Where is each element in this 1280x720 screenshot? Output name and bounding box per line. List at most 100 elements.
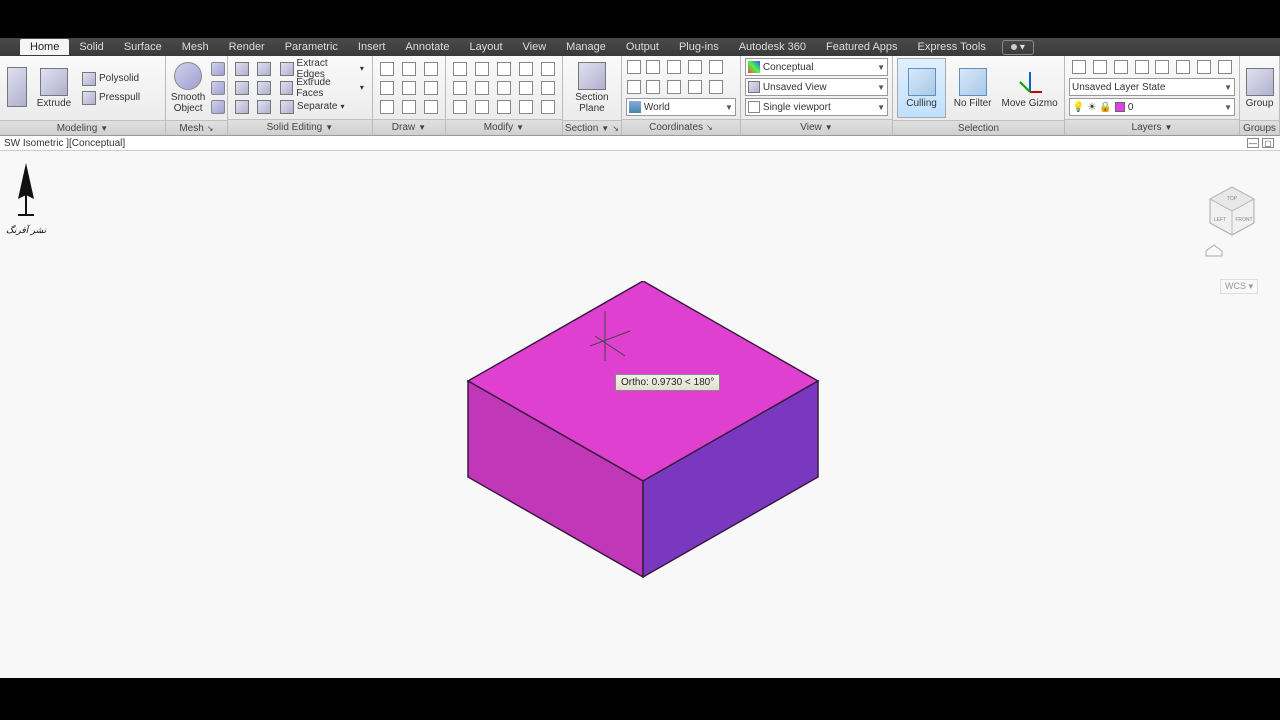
tab-home[interactable]: Home <box>20 39 69 55</box>
layer-btn-7[interactable] <box>1194 58 1214 76</box>
panel-title-modify[interactable]: Modify▼ <box>446 119 562 135</box>
ucs-btn-5[interactable] <box>706 58 726 76</box>
mesh-btn-1[interactable] <box>208 60 228 78</box>
ucs-btn-9[interactable] <box>685 78 705 96</box>
panel-title-mesh[interactable]: Mesh↘ <box>166 120 227 135</box>
ucs-btn-10[interactable] <box>706 78 726 96</box>
ucs-btn-4[interactable] <box>685 58 705 76</box>
solid-subtract-btn[interactable] <box>232 79 252 97</box>
viewcube-home-icon[interactable] <box>1204 243 1224 257</box>
mesh-btn-2[interactable] <box>208 79 228 97</box>
separate-button[interactable]: Separate▾ <box>276 98 368 116</box>
polygon-btn[interactable] <box>421 79 441 97</box>
panel-title-view[interactable]: View▼ <box>741 119 892 135</box>
culling-button[interactable]: Culling <box>897 58 946 118</box>
polysolid-button[interactable]: Polysolid <box>78 70 144 88</box>
layer-btn-8[interactable] <box>1215 58 1235 76</box>
align-btn[interactable] <box>538 60 558 78</box>
panel-title-layers[interactable]: Layers▼ <box>1065 119 1239 135</box>
explode-btn[interactable] <box>516 79 536 97</box>
section-plane-button[interactable]: Section Plane <box>567 58 617 118</box>
presspull-button[interactable]: Presspull <box>78 89 144 107</box>
panel-title-modeling[interactable]: Modeling▼ <box>0 120 165 135</box>
layer-btn-5[interactable] <box>1153 58 1173 76</box>
no-filter-button[interactable]: No Filter <box>948 58 997 118</box>
ucs-world-dropdown[interactable]: World▼ <box>626 98 736 116</box>
tab-solid[interactable]: Solid <box>69 39 113 55</box>
maximize-viewport-button[interactable]: ▢ <box>1262 138 1274 148</box>
tab-insert[interactable]: Insert <box>348 39 396 55</box>
line-btn[interactable] <box>377 60 397 78</box>
offset-btn[interactable] <box>516 98 536 116</box>
tab-manage[interactable]: Manage <box>556 39 616 55</box>
tab-view[interactable]: View <box>513 39 557 55</box>
viewcube[interactable]: TOP LEFT FRONT <box>1202 181 1262 241</box>
extrude-faces-button[interactable]: Extrude Faces▾ <box>276 79 368 97</box>
saved-view-dropdown[interactable]: Unsaved View▼ <box>745 78 888 96</box>
arc-btn[interactable] <box>399 60 419 78</box>
spline-btn[interactable] <box>421 60 441 78</box>
copy-btn[interactable] <box>450 79 470 97</box>
layer-btn-1[interactable] <box>1069 58 1089 76</box>
layer-state-dropdown[interactable]: Unsaved Layer State▼ <box>1069 78 1235 96</box>
layer-btn-4[interactable] <box>1132 58 1152 76</box>
circle-btn[interactable] <box>399 79 419 97</box>
ribbon-toggle[interactable]: ▾ <box>1002 40 1034 55</box>
wcs-indicator[interactable]: WCS ▾ <box>1220 279 1258 294</box>
ucs-btn-8[interactable] <box>664 78 684 96</box>
drawing-canvas[interactable]: نشر آفرنگ Ortho: 0.9730 < 180° TOP LEFT … <box>0 151 1280 678</box>
stretch-btn[interactable] <box>450 98 470 116</box>
ellipse-btn[interactable] <box>399 98 419 116</box>
fillet-btn[interactable] <box>494 79 514 97</box>
tab-surface[interactable]: Surface <box>114 39 172 55</box>
tab-autodesk360[interactable]: Autodesk 360 <box>729 39 816 55</box>
ucs-btn-2[interactable] <box>643 58 663 76</box>
panel-title-solid-editing[interactable]: Solid Editing▼ <box>228 119 372 135</box>
move-btn[interactable] <box>450 60 470 78</box>
panel-title-draw[interactable]: Draw▼ <box>373 119 445 135</box>
solid-union-btn[interactable] <box>232 60 252 78</box>
viewport-dropdown[interactable]: Single viewport▼ <box>745 98 888 116</box>
group-button[interactable]: Group <box>1244 58 1275 118</box>
polyline-btn[interactable] <box>377 79 397 97</box>
solid-intersect-btn[interactable] <box>232 98 252 116</box>
ucs-btn-6[interactable] <box>626 78 642 96</box>
tab-plugins[interactable]: Plug-ins <box>669 39 729 55</box>
ucs-btn-7[interactable] <box>643 78 663 96</box>
tab-mesh[interactable]: Mesh <box>172 39 219 55</box>
tab-express-tools[interactable]: Express Tools <box>908 39 996 55</box>
tab-parametric[interactable]: Parametric <box>275 39 348 55</box>
extrude-button[interactable]: Extrude <box>32 58 76 118</box>
tab-annotate[interactable]: Annotate <box>395 39 459 55</box>
layer-btn-3[interactable] <box>1111 58 1131 76</box>
layer-dropdown[interactable]: 💡 ☀ 🔒 0▼ <box>1069 98 1235 116</box>
mesh-btn-3[interactable] <box>208 98 228 116</box>
tab-featured-apps[interactable]: Featured Apps <box>816 39 908 55</box>
panel-title-coordinates[interactable]: Coordinates↘ <box>622 119 740 135</box>
trim-btn[interactable] <box>494 60 514 78</box>
mirror-btn[interactable] <box>472 79 492 97</box>
viewport-label[interactable]: SW Isometric ][Conceptual] <box>4 138 125 149</box>
modify-btn-14[interactable] <box>538 79 558 97</box>
rotate-btn[interactable] <box>472 60 492 78</box>
scale-btn[interactable] <box>472 98 492 116</box>
layer-btn-6[interactable] <box>1173 58 1193 76</box>
ucs-btn-1[interactable] <box>626 58 642 76</box>
tab-output[interactable]: Output <box>616 39 669 55</box>
tab-layout[interactable]: Layout <box>459 39 512 55</box>
ucs-btn-3[interactable] <box>664 58 684 76</box>
box-button[interactable] <box>4 58 30 118</box>
minimize-viewport-button[interactable]: — <box>1247 138 1259 148</box>
layer-btn-2[interactable] <box>1090 58 1110 76</box>
rect-btn[interactable] <box>377 98 397 116</box>
modify-btn-15[interactable] <box>538 98 558 116</box>
extract-edges-button[interactable]: Extract Edges▾ <box>276 60 368 78</box>
panel-title-section[interactable]: Section▼↘ <box>563 120 621 135</box>
hatch-btn[interactable] <box>421 98 441 116</box>
solid-box[interactable] <box>463 281 823 581</box>
solid-btn-6[interactable] <box>254 98 274 116</box>
move-gizmo-button[interactable]: Move Gizmo <box>999 58 1060 118</box>
visual-style-dropdown[interactable]: Conceptual▼ <box>745 58 888 76</box>
erase-btn[interactable] <box>516 60 536 78</box>
array-btn[interactable] <box>494 98 514 116</box>
